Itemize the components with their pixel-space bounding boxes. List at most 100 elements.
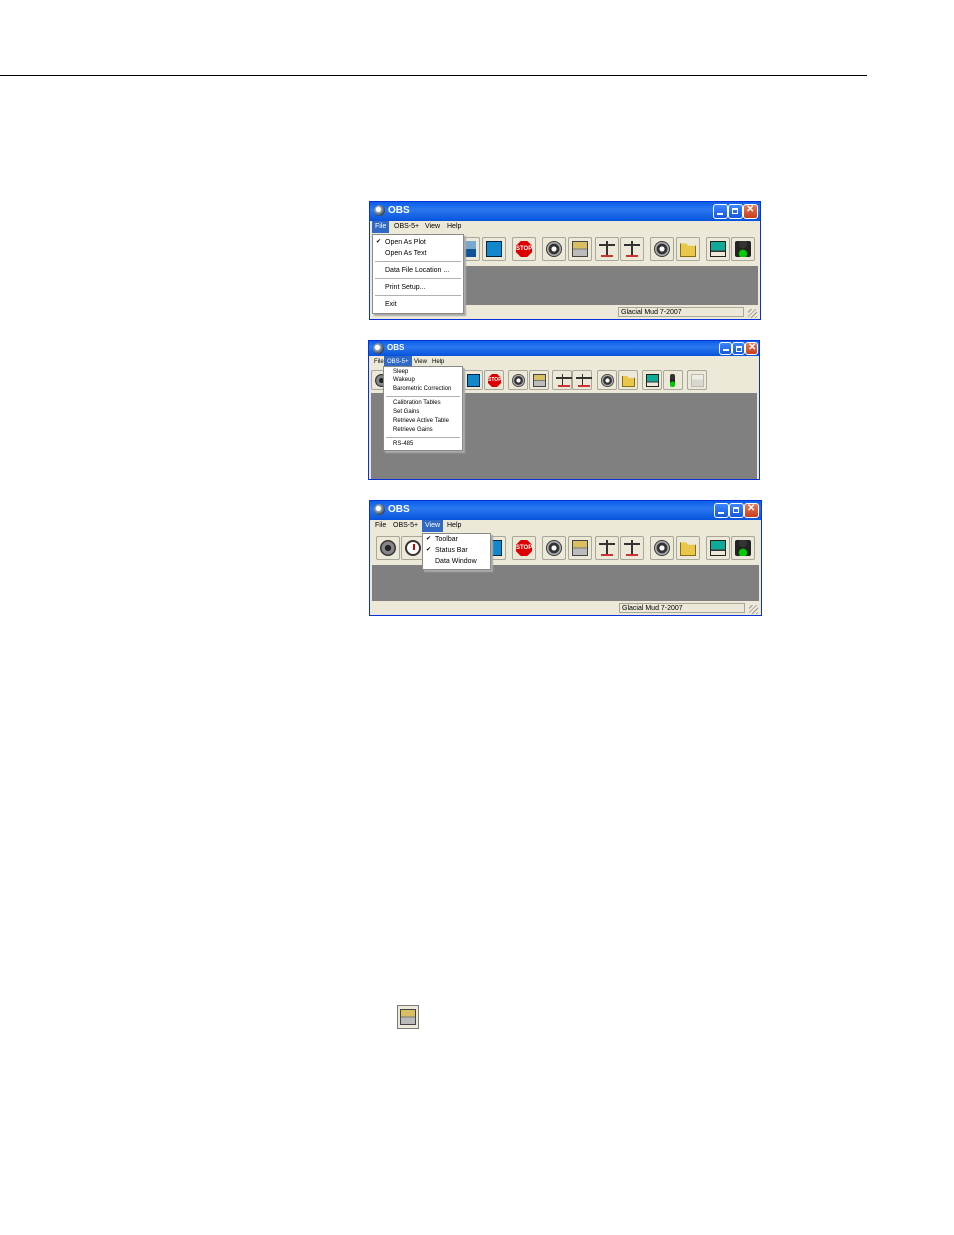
reel-arrow-button[interactable] [542,237,566,261]
menu-obs5[interactable]: OBS-5+ [390,520,421,532]
scale-icon [624,540,640,556]
window-title: OBS [388,205,410,216]
document-button[interactable] [482,237,506,261]
minimize-button[interactable] [713,204,728,219]
gear-button[interactable] [376,536,400,560]
menu-file[interactable]: File [372,520,389,532]
traffic-light-button[interactable] [731,237,755,261]
menu-help[interactable]: Help [444,221,464,233]
obs-window-obs5-menu: OBS File OBS-5+ View Help STOP Sleep Wak… [368,340,760,480]
scale-button-2[interactable] [620,237,644,261]
laptop-button[interactable] [706,536,730,560]
traffic-light-icon [735,241,751,257]
reel-button[interactable] [597,370,617,390]
traffic-light-button[interactable] [731,536,755,560]
menu-view[interactable]: View [422,221,443,233]
reel-arrow-button[interactable] [542,536,566,560]
menu-item-barometric-correction[interactable]: Barometric Correction [384,385,462,393]
menu-item-print-setup[interactable]: Print Setup... [373,283,463,292]
app-icon [373,343,384,354]
reel-button[interactable] [650,536,674,560]
title-bar[interactable]: OBS [370,501,761,520]
scale-button-2[interactable] [572,370,592,390]
status-bar: Glacial Mud 7-2007 [372,601,759,615]
stop-icon: STOP [516,241,532,257]
reel-arrow-icon [546,540,562,556]
menu-item-data-file-location[interactable]: Data File Location ... [373,266,463,275]
stop-button[interactable]: STOP [484,370,504,390]
document-icon [486,241,502,257]
document-button[interactable] [463,370,483,390]
menu-item-exit[interactable]: Exit [373,300,463,309]
stop-button[interactable]: STOP [512,536,536,560]
laptop-icon [710,540,726,556]
laptop-icon [646,374,659,387]
reel-button[interactable] [650,237,674,261]
laptop-button[interactable] [642,370,662,390]
maximize-button[interactable] [729,503,744,518]
maximize-button[interactable] [728,204,743,219]
menu-item-open-as-plot[interactable]: Open As Plot [373,238,463,247]
maximize-button[interactable] [732,342,745,355]
menu-item-sleep[interactable]: Sleep [384,368,462,376]
open-folder-button[interactable] [676,237,700,261]
traffic-light-icon [735,540,751,556]
open-folder-button[interactable] [676,536,700,560]
close-button[interactable] [745,342,758,355]
menu-item-rs485[interactable]: RS-485 [384,440,462,448]
reel-icon [601,374,614,387]
title-bar[interactable]: OBS [370,202,760,221]
modem-icon [572,540,588,556]
menu-view[interactable]: View [422,520,444,532]
data-window [372,565,759,601]
scale-icon [624,241,640,257]
menu-item-set-gains[interactable]: Set Gains [384,408,462,416]
minimize-button[interactable] [719,342,732,355]
menu-obs5[interactable]: OBS-5+ [391,221,422,233]
menu-item-calibration-tables[interactable]: Calibration Tables [384,399,462,407]
clock-icon [405,540,421,556]
traffic-light-icon [670,374,675,387]
menu-file[interactable]: File [372,221,390,233]
modem-toolbar-button [397,1005,419,1029]
printer-button[interactable] [687,370,707,390]
scale-button-2[interactable] [620,536,644,560]
page-rule [0,75,867,76]
menu-separator [386,396,460,397]
modem-icon [400,1009,416,1025]
obs5-dropdown: Sleep Wakeup Barometric Correction Calib… [383,366,463,451]
modem-button[interactable] [529,370,549,390]
resize-grip[interactable] [748,309,757,318]
reel-arrow-icon [512,374,525,387]
menu-item-status-bar[interactable]: Status Bar [423,546,490,555]
menu-help[interactable]: Help [444,520,464,532]
title-bar[interactable]: OBS [369,341,759,356]
traffic-light-button[interactable] [663,370,683,390]
resize-grip[interactable] [749,605,758,614]
modem-button[interactable] [568,237,592,261]
open-folder-icon [680,542,696,556]
reel-arrow-button[interactable] [508,370,528,390]
open-folder-icon [680,243,696,257]
modem-button[interactable] [568,536,592,560]
menu-item-retrieve-gains[interactable]: Retrieve Gains [384,426,462,434]
app-icon [374,504,385,515]
scale-button-1[interactable] [552,370,572,390]
menu-item-toolbar[interactable]: Toolbar [423,535,490,544]
scale-button-1[interactable] [595,536,619,560]
menu-bar: File OBS-5+ View Help [371,520,760,533]
stop-button[interactable]: STOP [512,237,536,261]
open-folder-icon [622,375,635,387]
close-button[interactable] [743,204,758,219]
laptop-button[interactable] [706,237,730,261]
menu-item-retrieve-active-table[interactable]: Retrieve Active Table [384,417,462,425]
file-dropdown: Open As Plot Open As Text Data File Loca… [372,234,464,314]
menu-item-open-as-text[interactable]: Open As Text [373,249,463,258]
menu-item-data-window[interactable]: Data Window [423,557,490,566]
scale-icon [599,241,615,257]
open-folder-button[interactable] [618,370,638,390]
close-button[interactable] [744,503,759,518]
menu-item-wakeup[interactable]: Wakeup [384,376,462,384]
minimize-button[interactable] [714,503,729,518]
scale-button-1[interactable] [595,237,619,261]
